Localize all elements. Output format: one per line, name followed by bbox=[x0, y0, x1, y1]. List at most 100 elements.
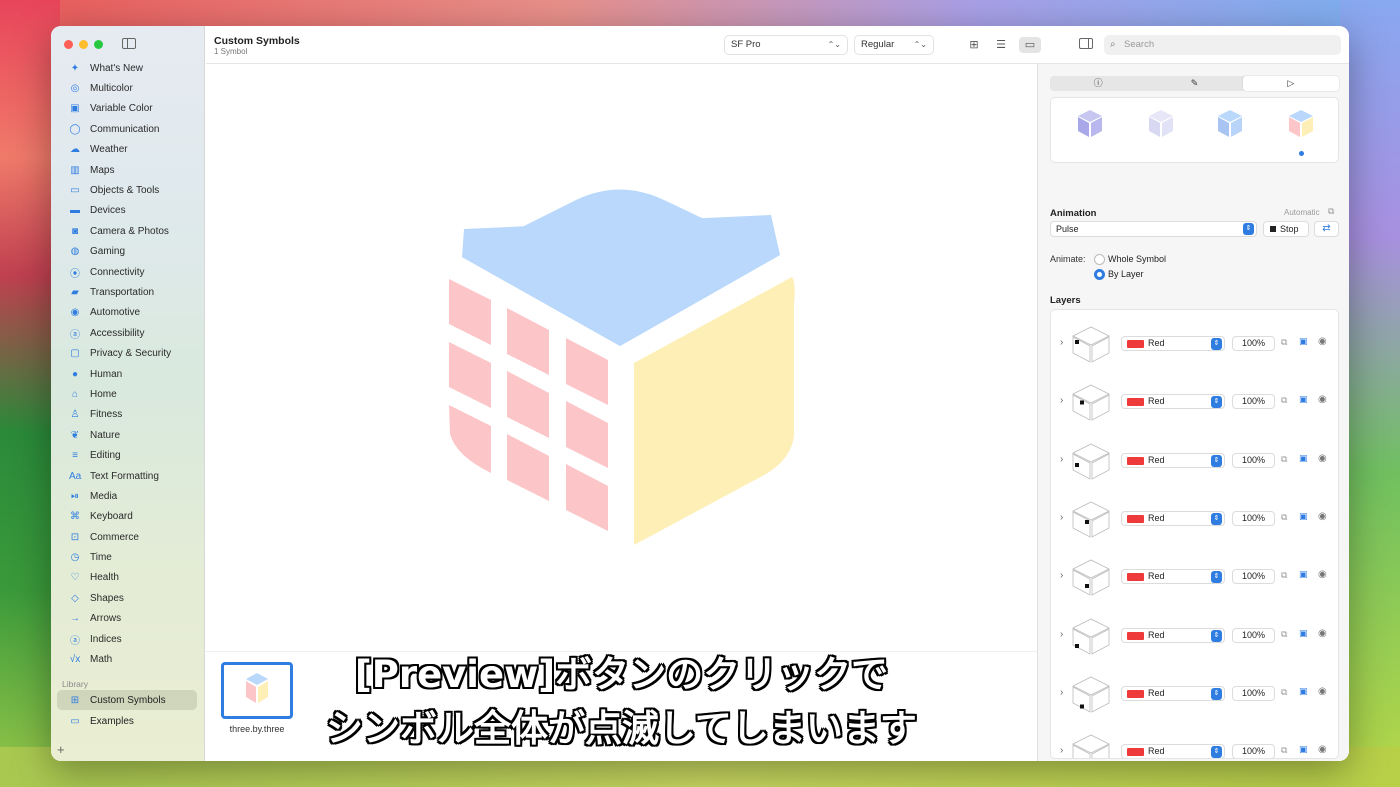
layer-opacity-field[interactable]: 100% bbox=[1232, 627, 1275, 643]
sidebar-item-keyboard[interactable]: ⌘ Keyboard bbox=[57, 507, 198, 527]
sidebar-item-commerce[interactable]: ⊡ Commerce bbox=[57, 527, 198, 547]
duplicate-icon[interactable]: ⧉ bbox=[1281, 454, 1287, 465]
layer-row[interactable]: › Red ⇕ 100% ⧉ ▣ ◉ bbox=[1051, 730, 1338, 758]
sidebar-item-communication[interactable]: ◯ Communication bbox=[57, 119, 198, 139]
sidebar-item-weather[interactable]: ☁ Weather bbox=[57, 140, 198, 160]
visibility-icon[interactable]: ◉ bbox=[1318, 686, 1327, 697]
sidebar-item-human[interactable]: ● Human bbox=[57, 364, 198, 384]
sidebar-item-maps[interactable]: ▥ Maps bbox=[57, 160, 198, 180]
layer-row[interactable]: › Red ⇕ 100% ⧉ ▣ ◉ bbox=[1051, 555, 1338, 599]
visibility-icon[interactable]: ◉ bbox=[1318, 394, 1327, 405]
sidebar-item-gaming[interactable]: ◍ Gaming bbox=[57, 242, 198, 262]
layer-display-icon[interactable]: ▣ bbox=[1299, 453, 1308, 464]
sidebar-item-custom-symbols[interactable]: ⊞ Custom Symbols bbox=[57, 690, 197, 710]
duplicate-icon[interactable]: ⧉ bbox=[1281, 337, 1287, 348]
add-library-button[interactable]: + bbox=[57, 742, 65, 757]
layer-color-select[interactable]: Red ⇕ bbox=[1121, 510, 1225, 526]
radio-by-layer[interactable]: By Layer bbox=[1094, 269, 1144, 280]
sidebar-item-text-formatting[interactable]: Aa Text Formatting bbox=[57, 466, 198, 486]
disclosure-chevron-icon[interactable]: › bbox=[1060, 512, 1063, 523]
sidebar-item-editing[interactable]: ≡ Editing bbox=[57, 445, 198, 465]
sidebar-item-variable-color[interactable]: ▣ Variable Color bbox=[57, 99, 198, 119]
disclosure-chevron-icon[interactable]: › bbox=[1060, 454, 1063, 465]
repeat-icon[interactable]: ⇄ bbox=[1314, 221, 1339, 237]
layer-row[interactable]: › Red ⇕ 100% ⧉ ▣ ◉ bbox=[1051, 322, 1338, 366]
layer-display-icon[interactable]: ▣ bbox=[1299, 744, 1308, 755]
visibility-icon[interactable]: ◉ bbox=[1318, 453, 1327, 464]
sidebar-item-time[interactable]: ◷ Time bbox=[57, 547, 198, 567]
sidebar-item-math[interactable]: √x Math bbox=[57, 649, 198, 669]
copy-icon[interactable]: ⧉ bbox=[1328, 206, 1334, 217]
sidebar-item-home[interactable]: ⌂ Home bbox=[57, 384, 198, 404]
list-view-icon[interactable]: ☰ bbox=[990, 37, 1012, 53]
close-window-button[interactable] bbox=[64, 40, 73, 49]
sidebar-item-nature[interactable]: ❦ Nature bbox=[57, 425, 198, 445]
layer-opacity-field[interactable]: 100% bbox=[1232, 569, 1275, 585]
layer-color-select[interactable]: Red ⇕ bbox=[1121, 685, 1225, 701]
sidebar-item-accessibility[interactable]: ⓐ Accessibility bbox=[57, 323, 198, 343]
disclosure-chevron-icon[interactable]: › bbox=[1060, 629, 1063, 640]
sidebar-item-objects-tools[interactable]: ▭ Objects & Tools bbox=[57, 180, 198, 200]
sidebar-item-automotive[interactable]: ◉ Automotive bbox=[57, 303, 198, 323]
layer-display-icon[interactable]: ▣ bbox=[1299, 628, 1308, 639]
disclosure-chevron-icon[interactable]: › bbox=[1060, 745, 1063, 756]
visibility-icon[interactable]: ◉ bbox=[1318, 569, 1327, 580]
sidebar-item-examples[interactable]: ▭ Examples bbox=[57, 711, 197, 731]
layer-row[interactable]: › Red ⇕ 100% ⧉ ▣ ◉ bbox=[1051, 672, 1338, 716]
visibility-icon[interactable]: ◉ bbox=[1318, 511, 1327, 522]
play-icon[interactable]: ▷ bbox=[1242, 76, 1339, 91]
sidebar-item-what-s-new[interactable]: ✦ What's New bbox=[57, 58, 198, 78]
layer-display-icon[interactable]: ▣ bbox=[1299, 394, 1308, 405]
sidebar-item-arrows[interactable]: → Arrows bbox=[57, 609, 198, 629]
duplicate-icon[interactable]: ⧉ bbox=[1281, 512, 1287, 523]
paintbrush-icon[interactable]: ✎ bbox=[1146, 76, 1242, 91]
sidebar-item-indices[interactable]: ⓐ Indices bbox=[57, 629, 198, 649]
sidebar-item-privacy-security[interactable]: ▢ Privacy & Security bbox=[57, 343, 198, 363]
duplicate-icon[interactable]: ⧉ bbox=[1281, 687, 1287, 698]
layer-opacity-field[interactable]: 100% bbox=[1232, 685, 1275, 701]
layer-opacity-field[interactable]: 100% bbox=[1232, 452, 1275, 468]
disclosure-chevron-icon[interactable]: › bbox=[1060, 337, 1063, 348]
sidebar-item-camera-photos[interactable]: ◙ Camera & Photos bbox=[57, 221, 198, 241]
duplicate-icon[interactable]: ⧉ bbox=[1281, 395, 1287, 406]
visibility-icon[interactable]: ◉ bbox=[1318, 744, 1327, 755]
sidebar-item-shapes[interactable]: ◇ Shapes bbox=[57, 588, 198, 608]
layer-opacity-field[interactable]: 100% bbox=[1232, 744, 1275, 758]
duplicate-icon[interactable]: ⧉ bbox=[1281, 629, 1287, 640]
layer-color-select[interactable]: Red ⇕ bbox=[1121, 394, 1225, 410]
animation-select[interactable]: Pulse ⇕ bbox=[1050, 221, 1257, 237]
layer-opacity-field[interactable]: 100% bbox=[1232, 394, 1275, 410]
minimize-window-button[interactable] bbox=[79, 40, 88, 49]
visibility-icon[interactable]: ◉ bbox=[1318, 628, 1327, 639]
disclosure-chevron-icon[interactable]: › bbox=[1060, 570, 1063, 581]
gallery-view-icon[interactable]: ▭ bbox=[1019, 37, 1041, 53]
info-icon[interactable]: ⓘ bbox=[1050, 76, 1146, 91]
sidebar-item-health[interactable]: ♡ Health bbox=[57, 568, 198, 588]
zoom-window-button[interactable] bbox=[94, 40, 103, 49]
layer-opacity-field[interactable]: 100% bbox=[1232, 336, 1275, 351]
layer-color-select[interactable]: Red ⇕ bbox=[1121, 744, 1225, 758]
layer-display-icon[interactable]: ▣ bbox=[1299, 336, 1308, 347]
duplicate-icon[interactable]: ⧉ bbox=[1281, 745, 1287, 756]
layer-row[interactable]: › Red ⇕ 100% ⧉ ▣ ◉ bbox=[1051, 439, 1338, 483]
disclosure-chevron-icon[interactable]: › bbox=[1060, 687, 1063, 698]
sidebar-item-connectivity[interactable]: ⦿ Connectivity bbox=[57, 262, 198, 282]
weight-select[interactable]: Regular ⌃⌄ bbox=[854, 35, 934, 55]
sidebar-item-media[interactable]: ⏯ Media bbox=[57, 486, 198, 506]
layer-color-select[interactable]: Red ⇕ bbox=[1121, 569, 1225, 585]
inspector-toggle-icon[interactable] bbox=[1079, 38, 1093, 49]
search-field[interactable]: ⌕ Search bbox=[1104, 35, 1341, 55]
layer-display-icon[interactable]: ▣ bbox=[1299, 569, 1308, 580]
stop-button[interactable]: Stop bbox=[1263, 221, 1309, 237]
duplicate-icon[interactable]: ⧉ bbox=[1281, 570, 1287, 581]
sidebar-item-transportation[interactable]: ▰ Transportation bbox=[57, 282, 198, 302]
grid-view-icon[interactable]: ⊞ bbox=[963, 37, 985, 53]
sidebar-item-devices[interactable]: ▬ Devices bbox=[57, 201, 198, 221]
layer-opacity-field[interactable]: 100% bbox=[1232, 510, 1275, 526]
sidebar-item-multicolor[interactable]: ◎ Multicolor bbox=[57, 78, 198, 98]
disclosure-chevron-icon[interactable]: › bbox=[1060, 395, 1063, 406]
layer-display-icon[interactable]: ▣ bbox=[1299, 686, 1308, 697]
radio-whole-symbol[interactable]: Whole Symbol bbox=[1094, 254, 1166, 265]
layer-row[interactable]: › Red ⇕ 100% ⧉ ▣ ◉ bbox=[1051, 380, 1338, 424]
layer-color-select[interactable]: Red ⇕ bbox=[1121, 627, 1225, 643]
